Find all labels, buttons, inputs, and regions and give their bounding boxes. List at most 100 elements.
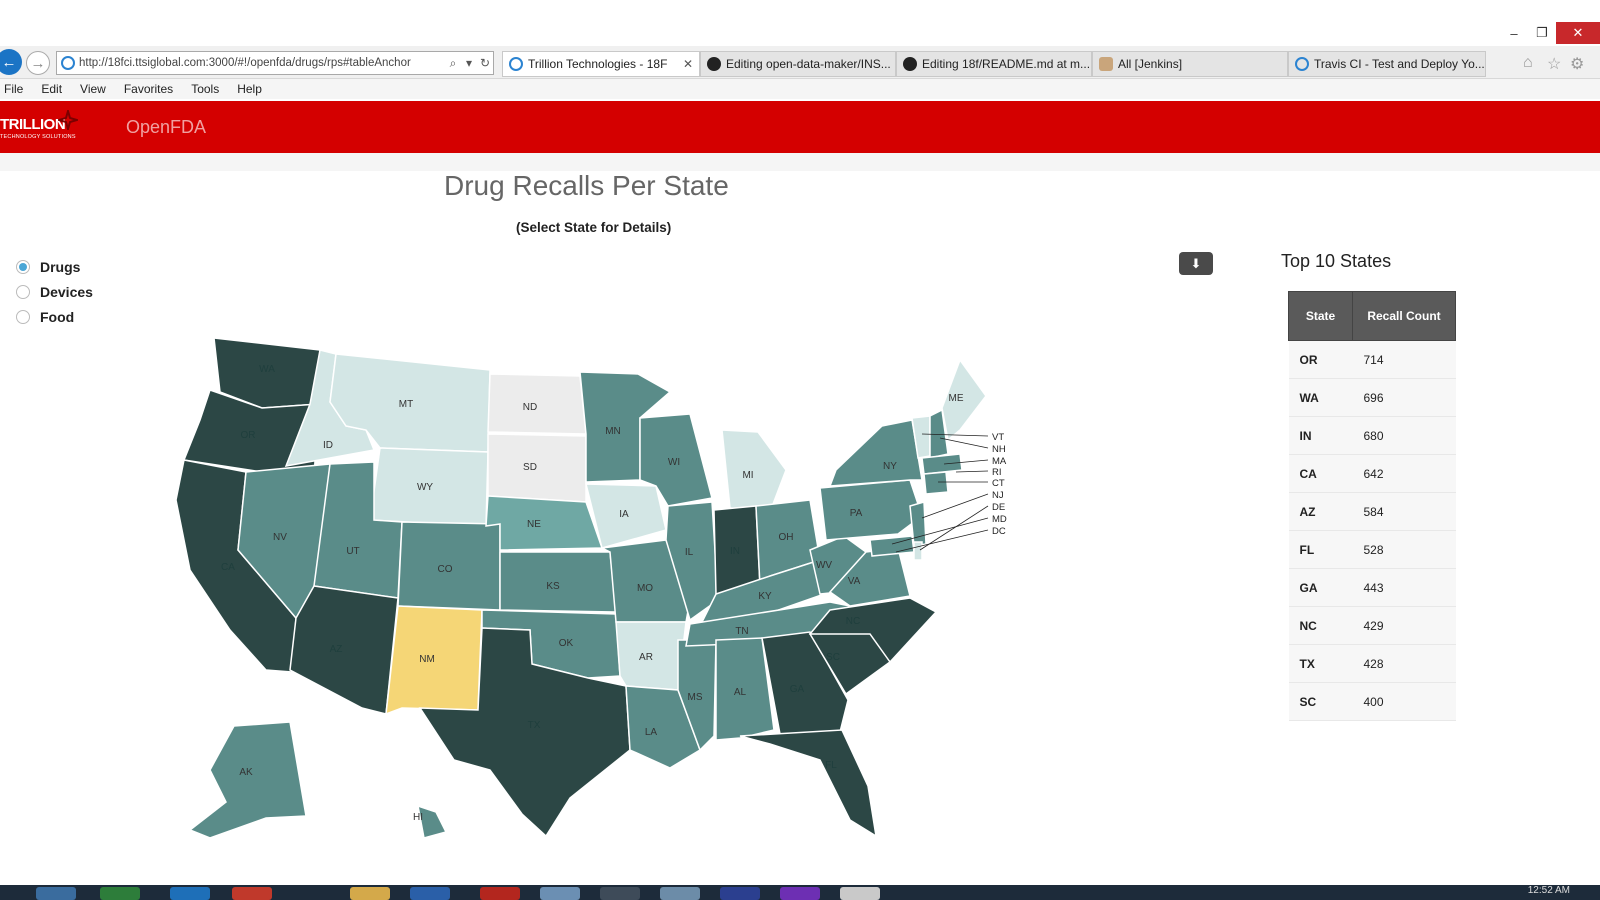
taskbar-clock[interactable]: 12:52 AM [1528,885,1570,896]
tab-open-data-maker[interactable]: Editing open-data-maker/INS... [700,51,896,77]
radio-dot[interactable] [16,285,30,299]
state-de[interactable] [913,541,923,561]
radio-drugs[interactable]: Drugs [16,259,80,275]
address-url[interactable]: http://18fci.ttsiglobal.com:3000/#!/open… [79,57,445,69]
tab-readme[interactable]: Editing 18f/README.md at m... [896,51,1092,77]
taskbar-app-icon[interactable] [600,887,640,900]
close-window-button[interactable]: ✕ [1556,22,1600,44]
taskbar-app-icon[interactable] [840,887,880,900]
table-row[interactable]: CA 642 [1288,454,1456,493]
ie-icon [1295,57,1309,71]
map-label: DC [992,526,1006,537]
refresh-icon[interactable]: ↻ [477,56,493,70]
table-row[interactable]: WA 696 [1288,378,1456,417]
menu-view[interactable]: View [80,82,106,96]
taskbar-app-icon[interactable] [232,887,272,900]
count-cell: 680 [1352,416,1456,455]
menu-tools[interactable]: Tools [191,82,219,96]
column-header-recall-count[interactable]: Recall Count [1352,291,1456,341]
app-header: TRILLION TECHNOLOGY SOLUTIONS OpenFDA [0,101,1600,153]
state-pa[interactable] [819,479,923,541]
column-header-state[interactable]: State [1288,291,1353,341]
taskbar-app-icon[interactable] [410,887,450,900]
table-row[interactable]: OR 714 [1288,340,1456,379]
favorites-star-icon[interactable]: ☆ [1547,54,1561,74]
state-sd[interactable] [487,433,587,503]
github-icon [707,57,721,71]
back-arrow-icon[interactable]: ← [0,49,22,75]
download-button[interactable]: ⬇ [1179,252,1213,275]
tab-travis[interactable]: Travis CI - Test and Deploy Yo... [1288,51,1486,77]
radio-dot[interactable] [16,260,30,274]
map-label: CT [992,478,1005,489]
menu-file[interactable]: File [4,82,23,96]
page-subtitle: (Select State for Details) [516,220,672,235]
address-row: ← → http://18fci.ttsiglobal.com:3000/#!/… [0,46,1600,79]
radio-devices[interactable]: Devices [16,284,93,300]
forward-arrow-icon[interactable]: → [26,51,50,75]
map-label: NJ [992,490,1004,501]
taskbar-app-icon[interactable] [660,887,700,900]
taskbar-ie-icon[interactable] [36,887,76,900]
search-icon[interactable]: ⌕ [445,56,461,71]
map-label: SD [523,462,537,473]
map-label: OR [241,430,256,441]
taskbar-folder-icon[interactable] [350,887,390,900]
tab-label: Editing 18f/README.md at m... [922,57,1091,71]
map-label: VT [992,432,1004,443]
dropdown-arrow-icon[interactable]: ▾ [461,56,477,70]
taskbar-app-icon[interactable] [100,887,140,900]
map-label: PA [850,508,863,519]
state-ct[interactable] [923,471,949,495]
settings-gear-icon[interactable]: ⚙ [1570,54,1584,74]
app-brand[interactable]: OpenFDA [126,117,206,138]
state-md[interactable] [869,535,915,557]
tab-trillion[interactable]: Trillion Technologies - 18F ✕ [502,51,700,77]
state-mi[interactable] [721,429,787,513]
map-label: NM [419,654,435,665]
map-label: NY [883,461,897,472]
map-label: ND [523,402,537,413]
menu-edit[interactable]: Edit [41,82,62,96]
table-row[interactable]: GA 443 [1288,568,1456,607]
tab-label: Trillion Technologies - 18F [528,57,668,71]
tab-jenkins[interactable]: All [Jenkins] [1092,51,1288,77]
address-bar[interactable]: http://18fci.ttsiglobal.com:3000/#!/open… [56,51,494,75]
taskbar-app-icon[interactable] [720,887,760,900]
app-subbar [0,153,1600,171]
menu-help[interactable]: Help [237,82,262,96]
count-cell: 400 [1352,682,1456,721]
count-cell: 696 [1352,378,1456,417]
state-cell: SC [1288,682,1353,721]
minimize-button[interactable]: – [1500,22,1528,44]
taskbar-app-icon[interactable] [540,887,580,900]
table-row[interactable]: NC 429 [1288,606,1456,645]
state-ak[interactable] [188,721,307,839]
map-label: IN [730,546,740,557]
state-az[interactable] [289,585,399,715]
radio-dot[interactable] [16,310,30,324]
state-ny[interactable] [828,419,923,487]
radio-food[interactable]: Food [16,309,74,325]
map-label: MD [992,514,1007,525]
table-row[interactable]: IN 680 [1288,416,1456,455]
taskbar-app-icon[interactable] [480,887,520,900]
map-label: IA [619,509,629,520]
close-tab-icon[interactable]: ✕ [683,57,693,71]
restore-button[interactable]: ❐ [1528,22,1556,44]
table-row[interactable]: SC 400 [1288,682,1456,721]
table-row[interactable]: AZ 584 [1288,492,1456,531]
map-label: MA [992,456,1007,467]
state-cell: CA [1288,454,1353,493]
table-row[interactable]: TX 428 [1288,644,1456,683]
state-fl[interactable] [739,729,877,838]
taskbar-app-icon[interactable] [780,887,820,900]
state-ma[interactable] [921,453,963,475]
home-icon[interactable]: ⌂ [1523,54,1533,72]
taskbar-app-icon[interactable] [170,887,210,900]
menu-favorites[interactable]: Favorites [124,82,173,96]
state-ne[interactable] [485,495,604,551]
logo-text[interactable]: TRILLION [0,116,66,133]
map-label: TX [528,720,541,731]
table-row[interactable]: FL 528 [1288,530,1456,569]
